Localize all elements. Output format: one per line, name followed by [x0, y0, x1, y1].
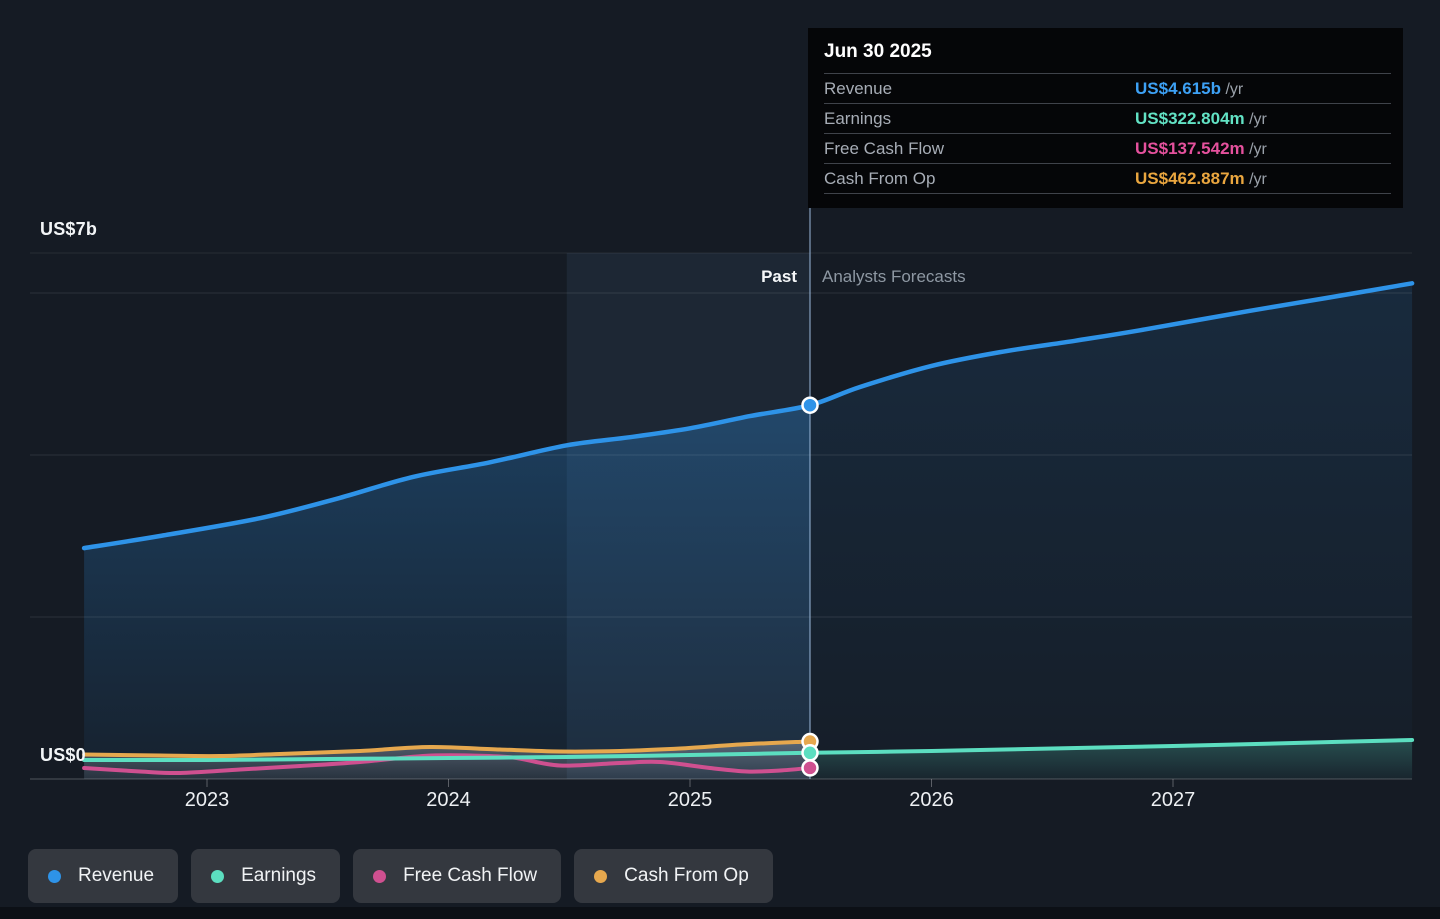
y-axis-label-zero: US$0	[40, 745, 86, 765]
x-tick-label: 2025	[667, 789, 713, 811]
legend-dot	[48, 869, 61, 883]
legend-label: Earnings	[241, 865, 317, 886]
tooltip-row-value: US$462.887m /yr	[1135, 169, 1267, 188]
tooltip-row-value: US$322.804m /yr	[1135, 109, 1267, 128]
legend-label: Free Cash Flow	[403, 865, 538, 886]
tooltip-row-label: Revenue	[824, 79, 893, 98]
tooltip-row-value: US$137.542m /yr	[1135, 139, 1267, 158]
legend-item-free-cash-flow[interactable]: Free Cash Flow	[353, 849, 562, 903]
tooltip-row-label: Earnings	[824, 109, 892, 128]
tooltip-row-label: Free Cash Flow	[824, 139, 944, 158]
earnings-revenue-growth-chart: US$7b US$0 Past Analysts Forecasts 2023 2…	[0, 0, 1440, 919]
legend-item-revenue[interactable]: Revenue	[28, 849, 179, 903]
tooltip-row-value: US$4.615b /yr	[1135, 79, 1244, 98]
legend-dot	[594, 869, 608, 883]
marker-revenue	[801, 396, 819, 414]
legend-dot	[373, 869, 387, 883]
x-tick-label: 2026	[909, 789, 954, 811]
legend-item-cash-from-op[interactable]: Cash From Op	[574, 849, 773, 903]
revenue-area-forecast	[810, 283, 1413, 779]
tooltip-row: Cash From Op US$462.887m /yr	[824, 163, 1391, 193]
chart-legend: Revenue Earnings Free Cash Flow Cash From O…	[28, 849, 773, 903]
past-section-label: Past	[761, 267, 797, 286]
marker-free-cash-flow	[801, 759, 819, 777]
y-axis-label-top: US$7b	[40, 219, 98, 239]
forecast-section-label: Analysts Forecasts	[822, 267, 966, 286]
legend-label: Revenue	[78, 865, 155, 886]
tooltip-row-label: Cash From Op	[824, 169, 936, 188]
tooltip-date: Jun 30 2025	[824, 41, 932, 62]
x-tick-label: 2024	[426, 789, 471, 811]
revenue-area-past	[84, 405, 811, 779]
bottom-strip	[0, 907, 1440, 919]
hover-tooltip: Jun 30 2025 Revenue US$4.615b /yr Earnings…	[808, 28, 1403, 208]
legend-dot	[211, 869, 225, 883]
legend-item-earnings[interactable]: Earnings	[191, 849, 341, 903]
tooltip-row: Revenue US$4.615b /yr	[824, 73, 1391, 103]
marker-earnings	[801, 744, 819, 762]
legend-label: Cash From Op	[624, 865, 749, 886]
x-tick-label: 2023	[184, 789, 230, 811]
tooltip-row: Free Cash Flow US$137.542m /yr	[824, 133, 1391, 163]
tooltip-row: Earnings US$322.804m /yr	[824, 103, 1391, 133]
x-tick-label: 2027	[1150, 789, 1196, 811]
